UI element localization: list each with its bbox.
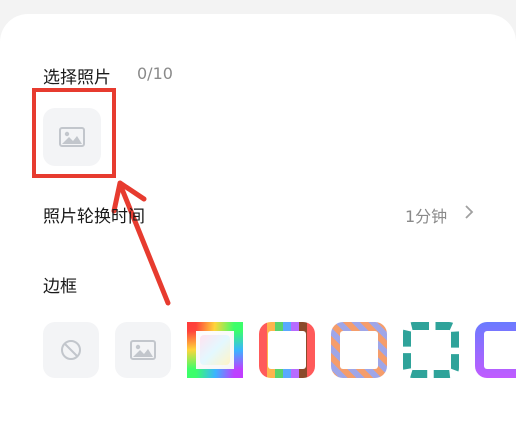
highlight-box — [32, 88, 116, 178]
photo-section-title: 选择照片 — [43, 68, 111, 88]
frame-option-diagonal[interactable] — [331, 322, 387, 378]
frame-option-photo[interactable] — [115, 322, 171, 378]
frame-option-purple[interactable] — [475, 322, 516, 378]
image-icon — [130, 340, 156, 360]
photo-count: 0/10 — [137, 64, 173, 83]
frame-section-title: 边框 — [43, 277, 77, 297]
frame-option-teal-dashed[interactable] — [403, 322, 459, 378]
interval-label: 照片轮换时间 — [43, 207, 145, 227]
frame-option-rainbow[interactable] — [187, 322, 243, 378]
rainbow-inner — [200, 335, 230, 365]
chevron-right-icon — [465, 205, 474, 219]
frame-option-stripes[interactable] — [259, 322, 315, 378]
frame-options — [0, 322, 516, 384]
frame-option-none[interactable] — [43, 322, 99, 378]
pointer-arrow — [111, 180, 171, 306]
no-frame-icon — [61, 340, 81, 360]
interval-value: 1分钟 — [405, 207, 448, 226]
